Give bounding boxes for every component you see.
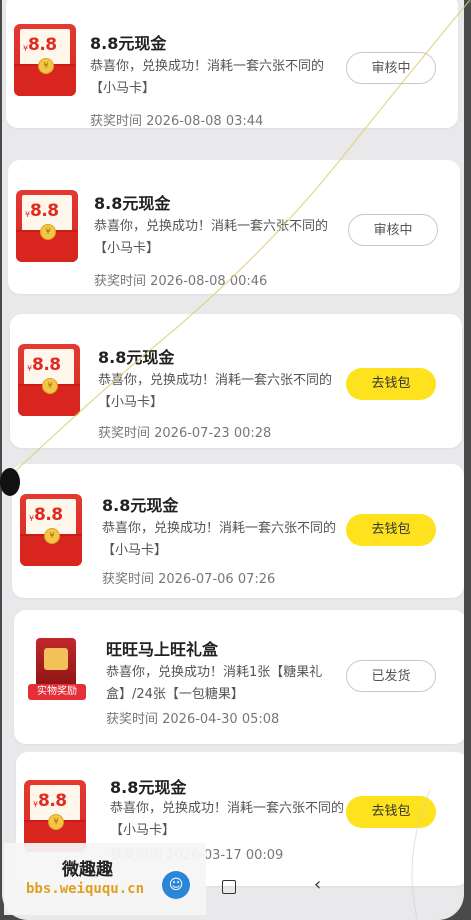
reward-time: 获奖时间 2026-04-30 05:08 [106,712,280,727]
reward-title: 8.8元现金 [90,34,167,53]
physical-reward-tag: 实物奖励 [28,684,86,700]
red-envelope-icon: ¥ 8.8 ¥ [18,344,80,416]
status-button[interactable]: 审核中 [348,214,438,246]
go-wallet-button[interactable]: 去钱包 [346,514,436,546]
reward-time: 获奖时间 2026-08-08 03:44 [90,114,264,129]
reward-time: 获奖时间 2026-07-06 07:26 [102,572,276,587]
reward-description: 恭喜你，兑换成功！消耗一套六张不同的【小马卡】 [94,219,329,256]
reward-title: 8.8元现金 [98,348,175,367]
reward-card: 实物奖励 旺旺马上旺礼盒 恭喜你，兑换成功！消耗1张【糖果礼盒】/24张【一包糖… [14,610,464,744]
watermark-title: 微趣趣 [62,860,113,880]
home-square-icon[interactable] [222,880,236,894]
gift-box-icon: 实物奖励 [28,634,86,704]
reward-time: 获奖时间 2026-07-23 00:28 [98,426,272,441]
site-watermark: 微趣趣 bbs.weiququ.cn ☺ [4,843,206,915]
watermark-logo-icon: ☺ [162,871,190,899]
reward-card: ¥ 8.8 ¥ 8.8元现金 恭喜你，兑换成功！消耗一套六张不同的【小马卡】 获… [10,314,462,448]
reward-title: 8.8元现金 [102,496,179,515]
reward-description: 恭喜你，兑换成功！消耗一套六张不同的【小马卡】 [98,373,333,410]
reward-history-screen: ¥ 8.8 ¥ 8.8元现金 恭喜你，兑换成功！消耗一套六张不同的【小马卡】 获… [2,0,464,920]
red-envelope-icon: ¥ 8.8 ¥ [20,494,82,566]
reward-description: 恭喜你，兑换成功！消耗一套六张不同的【小马卡】 [102,521,337,558]
reward-description: 恭喜你，兑换成功！消耗1张【糖果礼盒】/24张【一包糖果】 [106,665,323,702]
status-button[interactable]: 审核中 [346,52,436,84]
red-envelope-icon: ¥ 8.8 ¥ [16,190,78,262]
go-wallet-button[interactable]: 去钱包 [346,368,436,400]
red-envelope-icon: ¥ 8.8 ¥ [14,24,76,96]
back-chevron-icon[interactable]: ‹ [314,874,321,895]
reward-title: 旺旺马上旺礼盒 [106,640,219,659]
reward-card: ¥ 8.8 ¥ 8.8元现金 恭喜你，兑换成功！消耗一套六张不同的【小马卡】 获… [6,0,458,129]
red-envelope-icon: ¥ 8.8 ¥ [24,780,86,852]
reward-time: 获奖时间 2026-08-08 00:46 [94,274,268,289]
reward-description: 恭喜你，兑换成功！消耗一套六张不同的【小马卡】 [110,801,345,838]
reward-description: 恭喜你，兑换成功！消耗一套六张不同的【小马卡】 [90,59,325,96]
reward-title: 8.8元现金 [94,194,171,213]
reward-title: 8.8元现金 [110,778,187,797]
watermark-url: bbs.weiququ.cn [26,881,145,897]
reward-card: ¥ 8.8 ¥ 8.8元现金 恭喜你，兑换成功！消耗一套六张不同的【小马卡】 获… [12,464,464,598]
go-wallet-button[interactable]: 去钱包 [346,796,436,828]
status-button[interactable]: 已发货 [346,660,436,692]
reward-card: ¥ 8.8 ¥ 8.8元现金 恭喜你，兑换成功！消耗一套六张不同的【小马卡】 获… [8,160,460,294]
